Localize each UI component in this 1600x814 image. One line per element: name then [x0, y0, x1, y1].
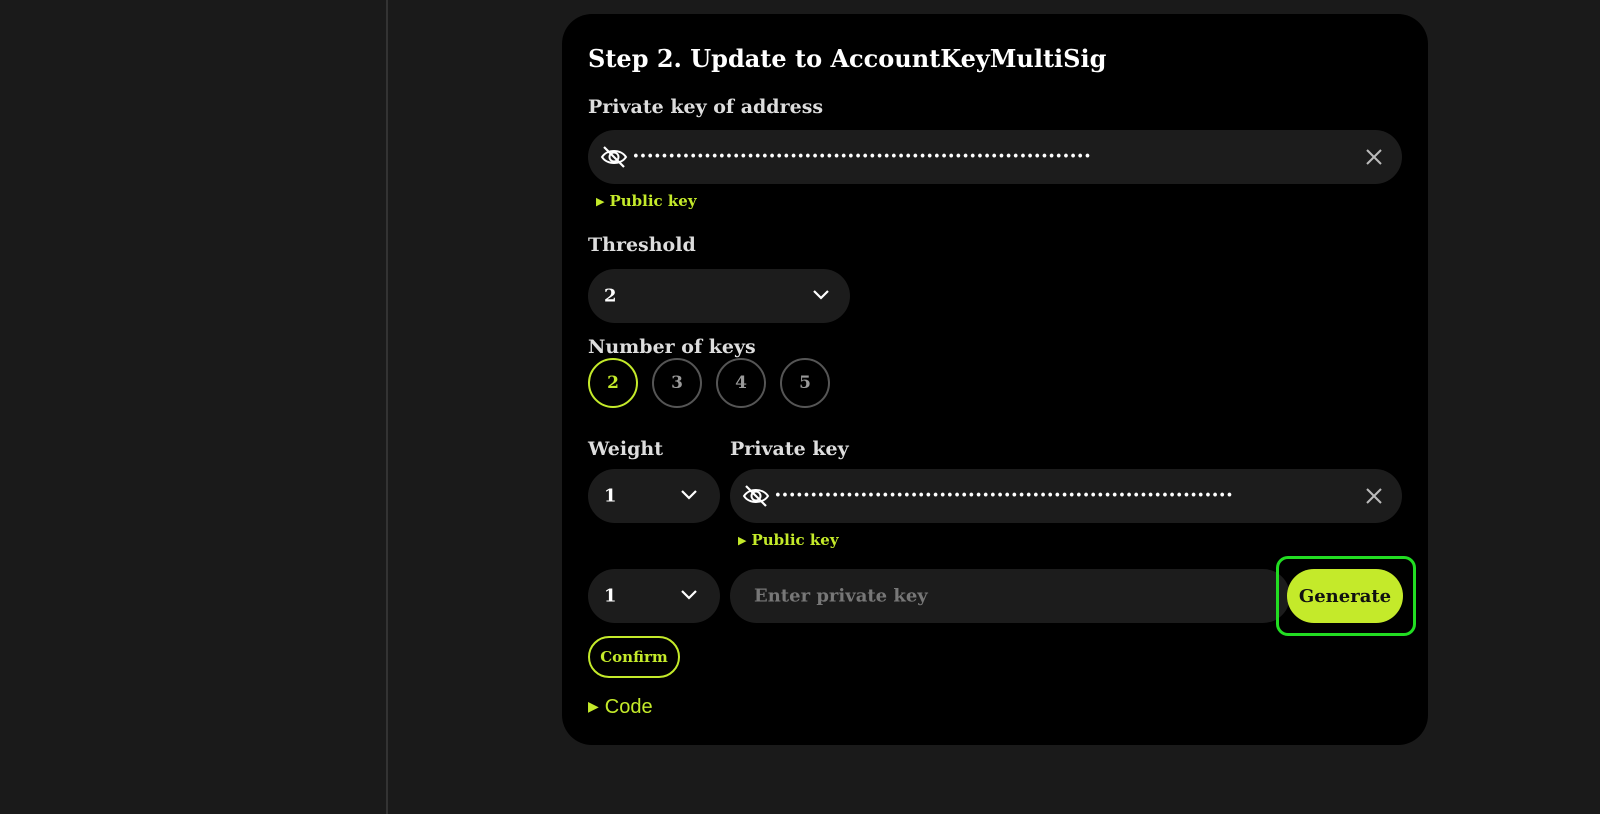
threshold-label: Threshold [588, 234, 696, 256]
private-key-masked-1: ••••••••••••••••••••••••••••••••••••••••… [774, 488, 1233, 504]
private-key-input-2[interactable]: Enter private key [730, 569, 1290, 623]
update-accountkey-card: Step 2. Update to AccountKeyMultiSig Pri… [562, 14, 1428, 745]
num-keys-option-4[interactable]: 4 [716, 358, 766, 408]
num-keys-option-2[interactable]: 2 [588, 358, 638, 408]
close-icon[interactable] [1364, 486, 1384, 506]
close-icon[interactable] [1364, 147, 1384, 167]
confirm-button[interactable]: Confirm [588, 636, 680, 678]
address-public-key-toggle[interactable]: ▶ Public key [596, 192, 697, 210]
num-keys-option-5[interactable]: 5 [780, 358, 830, 408]
key1-public-key-toggle[interactable]: ▶ Public key [738, 531, 839, 549]
eye-off-icon[interactable] [742, 483, 770, 509]
address-public-key-label: Public key [609, 192, 697, 210]
weight-label: Weight [588, 438, 663, 460]
triangle-right-icon: ▶ [738, 534, 747, 547]
key1-public-key-label: Public key [751, 531, 839, 549]
chevron-down-icon [681, 490, 697, 500]
weight-value-1: 1 [604, 485, 617, 507]
threshold-value: 2 [604, 285, 617, 307]
private-key-field-1[interactable]: ••••••••••••••••••••••••••••••••••••••••… [730, 469, 1402, 523]
num-keys-option-3[interactable]: 3 [652, 358, 702, 408]
sidebar-divider [386, 0, 388, 814]
generate-button[interactable]: Generate [1287, 569, 1403, 623]
triangle-right-icon: ▶ [596, 195, 605, 208]
address-private-key-field[interactable]: ••••••••••••••••••••••••••••••••••••••••… [588, 130, 1402, 184]
code-toggle-label: Code [604, 696, 653, 718]
triangle-right-icon: ▶ [588, 699, 599, 715]
address-private-key-masked: ••••••••••••••••••••••••••••••••••••••••… [632, 149, 1091, 165]
private-key-placeholder: Enter private key [754, 585, 928, 607]
threshold-select[interactable]: 2 [588, 269, 850, 323]
private-key-label: Private key [730, 438, 849, 460]
weight-select-1[interactable]: 1 [588, 469, 720, 523]
code-toggle[interactable]: ▶ Code [588, 696, 653, 719]
step-title: Step 2. Update to AccountKeyMultiSig [588, 44, 1107, 73]
chevron-down-icon [681, 590, 697, 600]
weight-value-2: 1 [604, 585, 617, 607]
private-key-of-address-label: Private key of address [588, 96, 824, 118]
weight-select-2[interactable]: 1 [588, 569, 720, 623]
number-of-keys-label: Number of keys [588, 336, 756, 358]
chevron-down-icon [813, 290, 829, 300]
eye-off-icon[interactable] [600, 144, 628, 170]
